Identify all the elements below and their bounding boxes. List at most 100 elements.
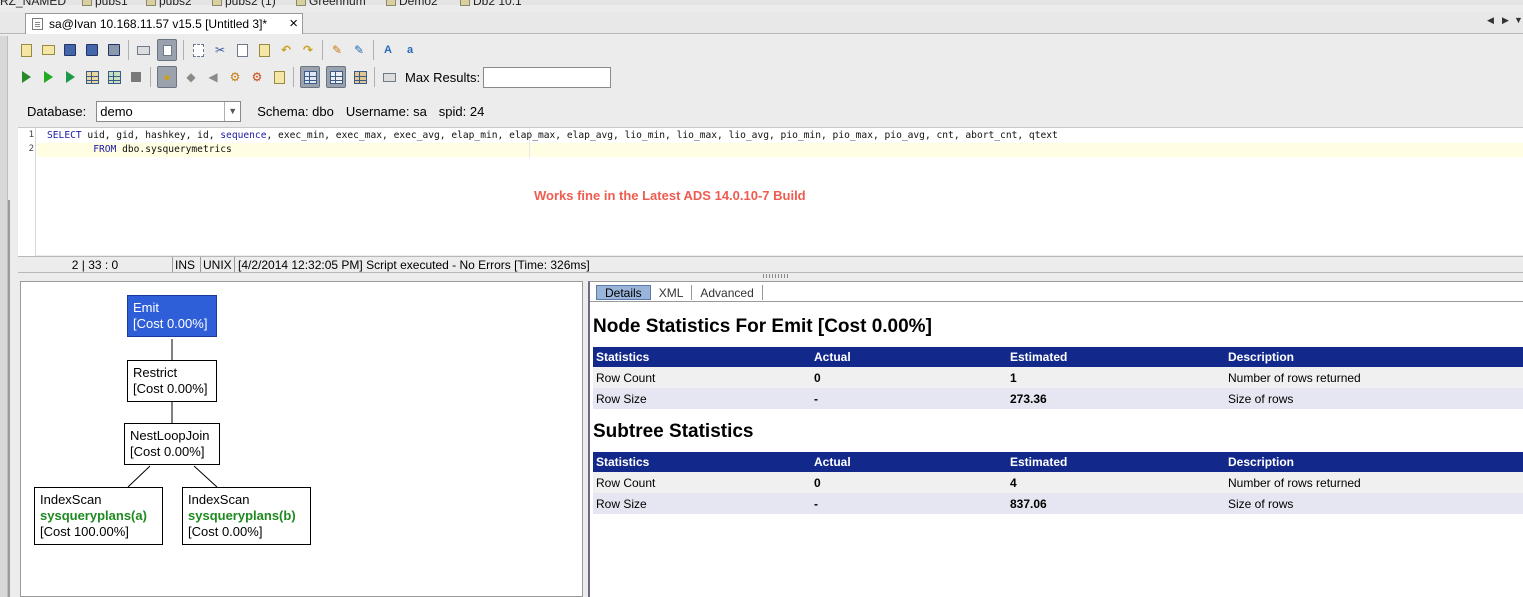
stat-estimated: 837.06 [1007,493,1225,514]
sql-editor[interactable]: 1 2 SELECT uid, gid, hashkey, id, sequen… [18,127,1523,256]
database-icon [460,0,470,6]
code-line-1[interactable]: SELECT uid, gid, hashkey, id, sequence, … [47,130,1058,141]
column-header[interactable]: Actual [811,452,1007,472]
background-tab-strip: RZ_NAMED pubs1 pubs2 pubs2 (1) Greenrlum… [0,0,1523,8]
auto-commit-icon[interactable]: ● [157,66,177,88]
stat-name: Row Size [593,388,811,409]
plan-node-indexscan-a[interactable]: IndexScan sysqueryplans(a) [Cost 100.00%… [34,487,163,545]
background-tab[interactable]: pubs2 (1) [212,0,276,8]
find-icon[interactable]: ✎ [329,42,345,58]
table-row[interactable]: Row Size - 837.06 Size of rows [593,493,1523,514]
table-header-row: Statistics Actual Estimated Description [593,452,1523,472]
editor-tab-bar: sa@Ivan 10.168.11.57 v15.5 [Untitled 3]*… [0,12,1523,34]
table-row[interactable]: Row Count 0 1 Number of rows returned [593,367,1523,388]
format-sql-icon[interactable]: A [380,42,396,58]
stat-estimated: 1 [1007,367,1225,388]
execute-icon[interactable] [40,69,56,85]
database-icon [386,0,396,6]
stop-icon[interactable] [128,69,144,85]
plan-details-pane: Details XML Advanced Node Statistics For… [588,281,1523,597]
convert-case-icon[interactable]: a [402,42,418,58]
tab-prev-icon[interactable]: ◀ [1487,15,1494,26]
tab-details[interactable]: Details [596,285,651,300]
annotation-note: Works fine in the Latest ADS 14.0.10-7 B… [534,188,806,203]
table-row[interactable]: Row Count 0 4 Number of rows returned [593,472,1523,493]
tab-divider [590,301,1523,302]
background-tab[interactable]: Greenrlum [296,0,366,8]
tab-list-icon[interactable]: ▼ [1514,15,1523,25]
stat-actual: - [811,493,1007,514]
rollback-icon[interactable]: ◀ [205,69,221,85]
current-line-highlight [37,143,1523,157]
column-header[interactable]: Statistics [593,452,811,472]
execute-all-icon[interactable] [18,69,34,85]
script-settings-icon[interactable]: ⚙ [249,69,265,85]
database-icon [296,0,306,6]
grid-results-icon[interactable] [300,66,320,88]
background-tab[interactable]: pubs2 [146,0,192,8]
stat-estimated: 273.36 [1007,388,1225,409]
tab-advanced[interactable]: Advanced [692,285,763,300]
code-line-2[interactable]: FROM dbo.sysquerymetrics [47,144,232,155]
background-tab[interactable]: Demo2 [386,0,438,8]
column-header[interactable]: Description [1225,452,1523,472]
paste-icon[interactable] [256,42,272,58]
copy-icon[interactable] [234,42,250,58]
editor-tab[interactable]: sa@Ivan 10.168.11.57 v15.5 [Untitled 3]*… [25,13,303,34]
redo-icon[interactable]: ↷ [300,42,316,58]
pane-splitter-handle[interactable] [763,274,789,278]
results-options-icon[interactable] [352,69,368,85]
table-header-row: Statistics Actual Estimated Description [593,347,1523,367]
background-tab[interactable]: RZ_NAMED [0,0,66,8]
background-tab[interactable]: pubs1 [82,0,128,8]
database-select[interactable]: demo ▼ [96,100,242,122]
execute-explain-icon[interactable] [84,69,100,85]
save-icon[interactable] [62,42,78,58]
column-header[interactable]: Estimated [1007,452,1225,472]
plan-node-nestloopjoin[interactable]: NestLoopJoin [Cost 0.00%] [124,423,220,465]
plan-node-restrict[interactable]: Restrict [Cost 0.00%] [127,360,217,402]
chevron-down-icon[interactable]: ▼ [224,101,240,121]
tab-next-icon[interactable]: ▶ [1502,15,1509,26]
close-tab-icon[interactable]: × [289,16,298,31]
database-icon [146,0,156,6]
print-icon[interactable] [135,42,151,58]
stat-estimated: 4 [1007,472,1225,493]
select-all-icon[interactable] [190,42,206,58]
new-file-icon[interactable] [18,42,34,58]
find-replace-icon[interactable]: ✎ [351,42,367,58]
column-header[interactable]: Description [1225,347,1523,367]
cut-icon[interactable]: ✂ [212,42,228,58]
column-header[interactable]: Estimated [1007,347,1225,367]
save-as-icon[interactable] [84,42,100,58]
stat-actual: - [811,388,1007,409]
column-header[interactable]: Statistics [593,347,811,367]
plan-node-indexscan-b[interactable]: IndexScan sysqueryplans(b) [Cost 0.00%] [182,487,311,545]
left-panel-divider [8,200,10,597]
line-ending: UNIX [201,257,235,272]
database-label: Database: [27,103,87,119]
commit-icon[interactable]: ◆ [183,69,199,85]
plan-node-emit[interactable]: Emit [Cost 0.00%] [127,295,217,337]
undo-icon[interactable]: ↶ [278,42,294,58]
left-panel-edge [0,36,8,597]
save-all-icon[interactable] [106,42,122,58]
explain-icon[interactable] [271,69,287,85]
background-tab[interactable]: Db2 10.1 [460,0,522,8]
editor-status-bar: 2 | 33 : 0 INS UNIX [4/2/2014 12:32:05 P… [18,256,1523,273]
open-file-icon[interactable] [40,42,56,58]
column-header[interactable]: Actual [811,347,1007,367]
editor-toolbar-bottom: ● ◆ ◀ ⚙ ⚙ Max Results: [18,64,612,90]
execute-current-icon[interactable] [62,69,78,85]
editor-tab-title: sa@Ivan 10.168.11.57 v15.5 [Untitled 3]* [49,17,268,31]
execute-plan-icon[interactable] [106,69,122,85]
toggle-results-icon[interactable] [157,39,177,61]
tab-xml[interactable]: XML [651,285,693,300]
max-results-input[interactable] [483,66,612,88]
load-script-icon[interactable]: ⚙ [227,69,243,85]
print-results-icon[interactable] [381,69,397,85]
table-row[interactable]: Row Size - 273.36 Size of rows [593,388,1523,409]
cursor-position: 2 | 33 : 0 [18,257,173,272]
text-results-icon[interactable] [326,66,346,88]
schema-info: Schema: dbo [257,103,334,119]
